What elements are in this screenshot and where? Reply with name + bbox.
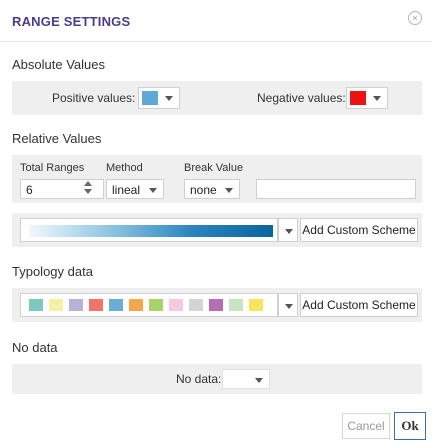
break-value-label: Break Value — [184, 162, 244, 174]
typology-swatch — [109, 299, 123, 311]
chevron-down-icon — [255, 378, 263, 383]
arrow-up-icon — [84, 181, 92, 186]
typology-swatch — [29, 299, 43, 311]
gradient-preview — [29, 225, 273, 237]
typology-swatch — [249, 299, 263, 311]
relative-values-panel: Total Ranges Method Break Value 6 lineal… — [12, 155, 422, 203]
typology-swatch — [69, 299, 83, 311]
method-select[interactable]: lineal — [106, 179, 164, 199]
dialog-title: RANGE SETTINGS — [12, 14, 131, 29]
break-value-select[interactable]: none — [184, 179, 240, 199]
no-data-heading: No data — [12, 340, 58, 355]
close-icon[interactable]: × — [408, 11, 422, 25]
typology-swatch — [49, 299, 63, 311]
total-ranges-label: Total Ranges — [20, 162, 85, 174]
typology-data-heading: Typology data — [12, 264, 93, 279]
negative-color-swatch — [350, 91, 366, 105]
cancel-button[interactable]: Cancel — [342, 413, 390, 439]
typology-panel: Add Custom Scheme — [12, 288, 422, 322]
chevron-down-icon — [285, 229, 293, 234]
no-data-label: No data: — [176, 372, 222, 386]
typology-swatch — [129, 299, 143, 311]
no-data-panel: No data: — [12, 364, 422, 394]
typology-swatch — [169, 299, 183, 311]
total-ranges-stepper[interactable] — [82, 180, 94, 198]
absolute-values-panel: Positive values: Negative values: — [12, 81, 422, 115]
typology-swatch — [89, 299, 103, 311]
chevron-down-icon — [373, 96, 381, 101]
negative-color-picker[interactable] — [346, 87, 388, 109]
method-value: lineal — [112, 183, 141, 197]
typology-swatch — [189, 299, 203, 311]
chevron-down-icon — [285, 304, 293, 309]
typology-swatch — [149, 299, 163, 311]
break-value-input[interactable] — [256, 179, 416, 199]
gradient-scheme-select[interactable] — [20, 218, 278, 242]
arrow-down-icon — [84, 189, 92, 194]
total-ranges-value: 6 — [26, 183, 33, 197]
no-data-color-picker[interactable] — [222, 369, 270, 389]
positive-color-swatch — [142, 91, 158, 105]
add-custom-scheme-button[interactable]: Add Custom Scheme — [300, 218, 418, 242]
relative-values-heading: Relative Values — [12, 131, 102, 146]
typology-swatch — [229, 299, 243, 311]
positive-color-picker[interactable] — [138, 87, 180, 109]
absolute-values-heading: Absolute Values — [12, 57, 105, 72]
chevron-down-icon — [225, 188, 233, 193]
positive-values-label: Positive values: — [52, 91, 136, 105]
typology-scheme-select[interactable] — [20, 293, 278, 317]
add-custom-scheme-typology-button[interactable]: Add Custom Scheme — [300, 293, 418, 317]
method-label: Method — [106, 162, 143, 174]
negative-values-label: Negative values: — [257, 91, 346, 105]
chevron-down-icon — [149, 188, 157, 193]
chevron-down-icon — [165, 96, 173, 101]
gradient-scheme-dropdown[interactable] — [278, 218, 298, 242]
gradient-scheme-row: Add Custom Scheme — [12, 213, 422, 247]
typology-swatch — [209, 299, 223, 311]
ok-button[interactable]: Ok — [394, 412, 426, 440]
typology-scheme-dropdown[interactable] — [278, 293, 298, 317]
dialog-header: RANGE SETTINGS × — [0, 0, 432, 42]
break-value-value: none — [190, 183, 217, 197]
